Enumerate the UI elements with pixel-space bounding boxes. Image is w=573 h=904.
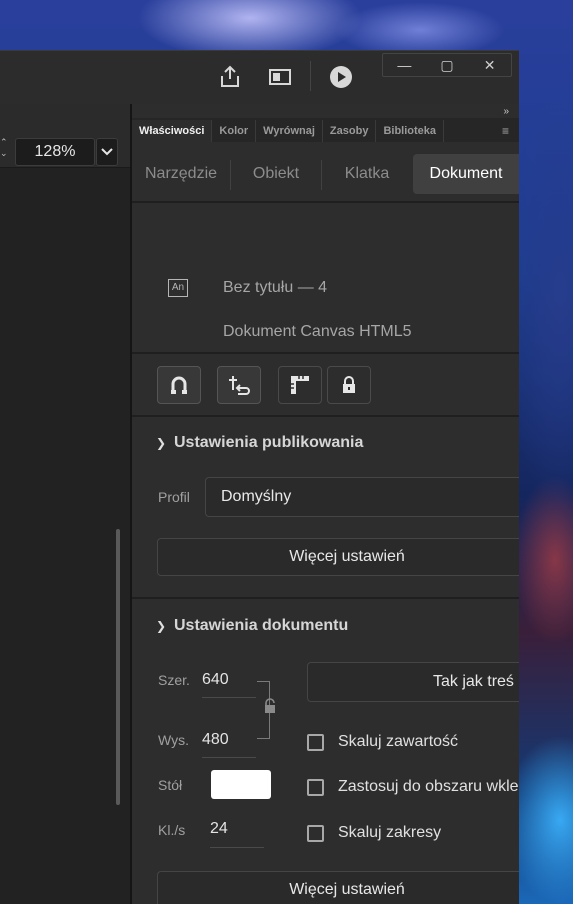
checkbox[interactable] — [307, 824, 324, 842]
document-settings-title: Ustawienia dokumentu — [174, 617, 349, 634]
profile-select[interactable]: Domyślny — [205, 477, 519, 517]
maximize-icon[interactable]: ▢ — [430, 57, 464, 74]
tab-tool[interactable]: Narzędzie — [132, 154, 230, 194]
panel-menu-icon[interactable]: ≡ — [502, 120, 509, 142]
scale-spans-checkbox[interactable]: Skaluj zakresy — [307, 824, 441, 842]
chevron-down-icon: ❯ — [156, 436, 167, 450]
property-subtabs: Narzędzie Obiekt Klatka Dokument — [132, 150, 519, 200]
tab-color[interactable]: Kolor — [212, 120, 257, 142]
section-divider — [132, 352, 519, 354]
magnet-icon — [171, 376, 187, 394]
rulers-button[interactable] — [278, 366, 322, 404]
lock-button[interactable] — [327, 366, 371, 404]
publish-more-settings-button[interactable]: Więcej ustawień — [157, 538, 519, 576]
edit-path-button[interactable] — [217, 366, 261, 404]
zoom-stepper-icon[interactable]: ⌃ ⌄ — [0, 137, 8, 159]
snap-button[interactable] — [157, 366, 201, 404]
tab-library[interactable]: Biblioteka — [376, 120, 445, 142]
toolbar-separator — [310, 61, 311, 91]
unlock-icon[interactable] — [263, 698, 277, 719]
publish-settings-title: Ustawienia publikowania — [174, 434, 364, 451]
collapse-panel-icon[interactable]: » — [503, 106, 509, 117]
ruler-icon — [291, 376, 309, 394]
document-more-settings-button[interactable]: Więcej ustawień — [157, 871, 519, 904]
lock-icon — [343, 376, 355, 393]
document-title: Bez tytułu — 4 — [223, 279, 328, 296]
document-settings-header[interactable]: ❯ Ustawienia dokumentu — [156, 617, 348, 635]
section-divider — [132, 597, 519, 599]
pen-adjust-icon — [229, 376, 250, 395]
properties-panel: » Właściwości Kolor Wyrównaj Zasoby Bibl… — [132, 104, 519, 904]
stage-color-swatch[interactable] — [211, 770, 271, 799]
checkbox[interactable] — [307, 733, 324, 751]
chevron-down-icon — [101, 148, 113, 156]
height-input[interactable]: 480 — [202, 731, 229, 749]
chevron-down-icon: ❯ — [156, 619, 167, 633]
panel-tab-bar: Właściwości Kolor Wyrównaj Zasoby Biblio… — [132, 118, 519, 142]
publish-settings-header[interactable]: ❯ Ustawienia publikowania — [156, 434, 363, 452]
width-label: Szer. — [158, 672, 190, 688]
tab-properties[interactable]: Właściwości — [132, 120, 213, 142]
match-contents-button[interactable]: Tak jak treś — [307, 662, 519, 702]
height-underline — [202, 757, 256, 758]
share-icon[interactable] — [216, 63, 244, 91]
apply-to-pasteboard-checkbox[interactable]: Zastosuj do obszaru wkle — [307, 778, 519, 796]
fps-input[interactable]: 24 — [210, 820, 228, 838]
checkbox-label: Skaluj zakresy — [338, 824, 442, 841]
stage-canvas[interactable] — [0, 168, 130, 904]
window-controls: — ▢ ✕ — [382, 53, 512, 77]
width-input[interactable]: 640 — [202, 671, 229, 689]
animate-document-icon: An — [168, 279, 188, 297]
checkbox-label: Zastosuj do obszaru wkle — [338, 778, 519, 795]
fps-label: Kl./s — [158, 822, 186, 838]
tab-align[interactable]: Wyrównaj — [256, 120, 323, 142]
vertical-scrollbar[interactable] — [116, 529, 120, 805]
profile-label: Profil — [158, 489, 190, 505]
panel-layout-icon[interactable] — [266, 63, 294, 91]
height-label: Wys. — [158, 732, 189, 748]
animate-app-window: — ▢ ✕ ⌃ ⌄ 128% » Właściwości Kolor Wyrówn… — [0, 50, 519, 904]
stage-color-label: Stół — [158, 777, 183, 793]
tab-object[interactable]: Obiekt — [231, 154, 321, 194]
zoom-dropdown[interactable] — [96, 138, 118, 166]
stage-panel: ⌃ ⌄ 128% — [0, 104, 130, 904]
zoom-input[interactable]: 128% — [15, 138, 95, 166]
fps-underline — [210, 847, 264, 848]
tab-frame[interactable]: Klatka — [322, 154, 412, 194]
play-icon[interactable] — [327, 63, 355, 91]
tab-assets[interactable]: Zasoby — [323, 120, 377, 142]
section-divider — [132, 201, 519, 203]
close-icon[interactable]: ✕ — [473, 57, 507, 74]
tab-document[interactable]: Dokument — [413, 154, 519, 194]
width-underline — [202, 697, 256, 698]
minimize-icon[interactable]: — — [387, 57, 421, 73]
section-divider — [132, 415, 519, 417]
scale-content-checkbox[interactable]: Skaluj zawartość — [307, 733, 458, 751]
checkbox[interactable] — [307, 778, 324, 796]
title-bar: — ▢ ✕ — [0, 51, 519, 104]
checkbox-label: Skaluj zawartość — [338, 733, 459, 750]
document-type: Dokument Canvas HTML5 — [223, 323, 412, 340]
stage-toolbar: ⌃ ⌄ 128% — [0, 104, 130, 168]
